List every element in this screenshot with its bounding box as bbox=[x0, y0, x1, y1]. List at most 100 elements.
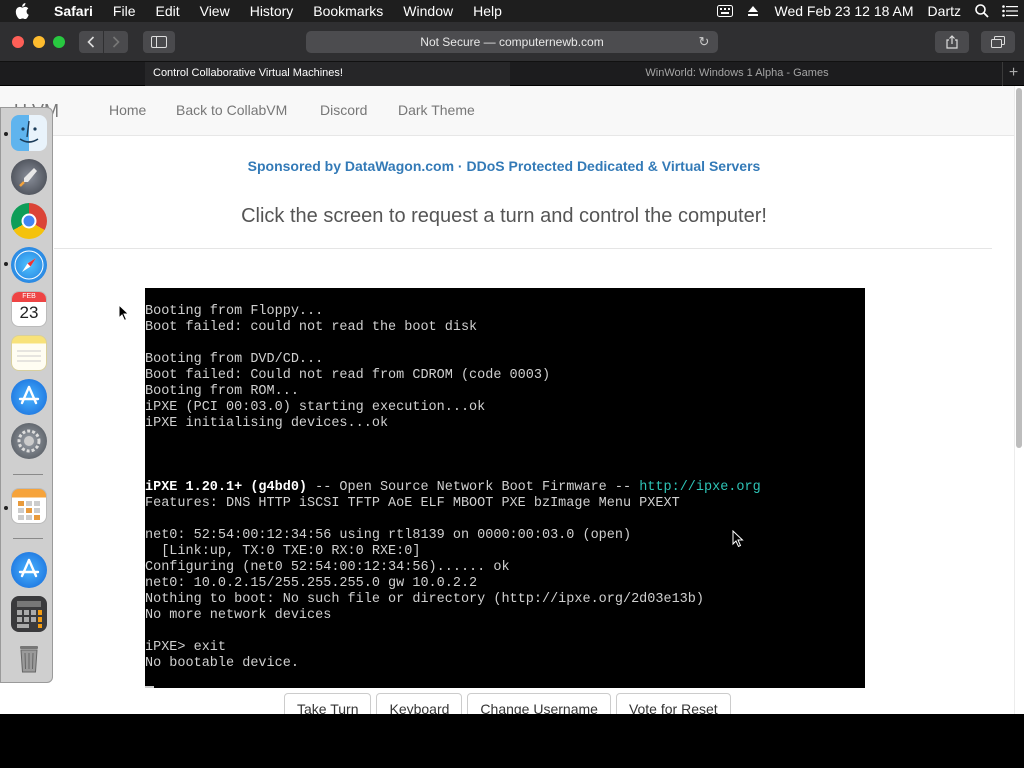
forward-button[interactable] bbox=[104, 31, 128, 53]
menu-user[interactable]: Dartz bbox=[921, 0, 968, 22]
minimize-window-button[interactable] bbox=[33, 36, 45, 48]
console-line: Features: DNS HTTP iSCSI TFTP AoE ELF MB… bbox=[145, 496, 680, 511]
zoom-window-button[interactable] bbox=[53, 36, 65, 48]
app-store-icon[interactable] bbox=[11, 379, 47, 415]
browser-toolbar: Not Secure — computernewb.com ↻ bbox=[0, 22, 1024, 62]
numbers-icon[interactable] bbox=[11, 488, 47, 524]
safari-icon[interactable] bbox=[11, 247, 47, 283]
menu-view[interactable]: View bbox=[190, 0, 240, 22]
calendar-month: FEB bbox=[12, 292, 46, 302]
divider bbox=[54, 248, 992, 249]
nav-dark-theme-link[interactable]: Dark Theme bbox=[398, 102, 475, 118]
keyboard-button[interactable]: Keyboard bbox=[376, 693, 463, 714]
menu-bar: Safari File Edit View History Bookmarks … bbox=[0, 0, 1024, 22]
console-output: Booting from Floppy... Boot failed: could… bbox=[145, 304, 761, 672]
nav-home-link[interactable]: Home bbox=[109, 102, 146, 118]
launchpad-icon[interactable] bbox=[11, 159, 47, 195]
screen: Safari File Edit View History Bookmarks … bbox=[0, 0, 1024, 768]
notes-icon[interactable] bbox=[11, 335, 47, 371]
console-line: Booting from DVD/CD... bbox=[145, 352, 324, 367]
console-line: [Link:up, TX:0 TXE:0 RX:0 RXE:0] bbox=[145, 544, 421, 559]
console-line: Booting from ROM... bbox=[145, 384, 299, 399]
chevron-right-icon bbox=[112, 36, 120, 48]
console-cursor bbox=[145, 686, 154, 688]
vote-for-reset-button[interactable]: Vote for Reset bbox=[615, 693, 731, 714]
console-line: Boot failed: Could not read from CDROM (… bbox=[145, 368, 551, 383]
console-line: net0: 10.0.2.15/255.255.255.0 gw 10.0.2.… bbox=[145, 576, 478, 591]
scrollbar-thumb[interactable] bbox=[1016, 88, 1022, 448]
sidebar-icon bbox=[151, 36, 167, 48]
dock-separator bbox=[13, 474, 43, 475]
tab-strip: Control Collaborative Virtual Machines! … bbox=[0, 62, 1024, 86]
console-line: iPXE (PCI 00:03.0) starting execution...… bbox=[145, 400, 486, 415]
running-indicator bbox=[4, 262, 8, 266]
dock-separator bbox=[13, 538, 43, 539]
menu-edit[interactable]: Edit bbox=[145, 0, 189, 22]
address-bar[interactable]: Not Secure — computernewb.com ↻ bbox=[306, 31, 718, 53]
console-line: iPXE initialising devices...ok bbox=[145, 416, 389, 431]
mouse-pointer-icon bbox=[118, 304, 130, 322]
site-navbar: U VM Home Back to CollabVM Discord Dark … bbox=[0, 86, 1024, 136]
vm-mouse-pointer-icon bbox=[732, 530, 744, 548]
menu-history[interactable]: History bbox=[240, 0, 304, 22]
take-turn-button[interactable]: Take Turn bbox=[284, 693, 372, 714]
system-preferences-icon[interactable] bbox=[11, 423, 47, 459]
menu-bookmarks[interactable]: Bookmarks bbox=[303, 0, 393, 22]
menu-app-name[interactable]: Safari bbox=[44, 0, 103, 22]
close-window-button[interactable] bbox=[12, 36, 24, 48]
trash-icon[interactable] bbox=[11, 640, 47, 676]
sidebar-toggle-button[interactable] bbox=[143, 31, 175, 53]
finder-icon[interactable] bbox=[11, 115, 47, 151]
running-indicator bbox=[4, 506, 8, 510]
console-line: Nothing to boot: No such file or directo… bbox=[145, 592, 704, 607]
nav-back-to-collabvm-link[interactable]: Back to CollabVM bbox=[176, 102, 287, 118]
reload-icon[interactable]: ↻ bbox=[696, 34, 712, 50]
calendar-icon[interactable]: FEB 23 bbox=[11, 291, 47, 327]
share-button[interactable] bbox=[935, 31, 969, 53]
tab-winworld[interactable]: WinWorld: Windows 1 Alpha - Games bbox=[512, 62, 962, 86]
console-line: iPXE> exit bbox=[145, 640, 227, 655]
console-line: net0: 52:54:00:12:34:56 using rtl8139 on… bbox=[145, 528, 632, 543]
console-line: Boot failed: could not read the boot dis… bbox=[145, 320, 478, 335]
desktop-bottom bbox=[0, 714, 1024, 768]
web-page: U VM Home Back to CollabVM Discord Dark … bbox=[0, 86, 1024, 714]
change-username-button[interactable]: Change Username bbox=[467, 693, 611, 714]
notification-center-icon[interactable] bbox=[996, 0, 1024, 22]
tab-collabvm[interactable]: Control Collaborative Virtual Machines! bbox=[145, 62, 510, 86]
ipxe-link: http://ipxe.org bbox=[639, 480, 761, 495]
calculator-icon[interactable] bbox=[11, 596, 47, 632]
keyboard-input-icon[interactable] bbox=[711, 0, 739, 22]
tab-overview-button[interactable] bbox=[981, 31, 1015, 53]
running-indicator bbox=[4, 132, 8, 136]
vm-display[interactable]: Booting from Floppy... Boot failed: could… bbox=[145, 288, 865, 688]
spotlight-search-icon[interactable] bbox=[968, 0, 996, 22]
share-icon bbox=[946, 35, 958, 49]
eject-icon[interactable] bbox=[739, 0, 767, 22]
menu-clock[interactable]: Wed Feb 23 12 18 AM bbox=[767, 0, 920, 22]
menu-window[interactable]: Window bbox=[393, 0, 463, 22]
page-headline: Click the screen to request a turn and c… bbox=[241, 205, 767, 227]
new-tab-button[interactable]: + bbox=[1002, 62, 1024, 86]
console-line: No more network devices bbox=[145, 608, 332, 623]
chevron-left-icon bbox=[87, 36, 95, 48]
console-line: No bootable device. bbox=[145, 656, 299, 671]
sponsor-link[interactable]: Sponsored by DataWagon.com · DDoS Protec… bbox=[0, 158, 1008, 174]
console-line: Configuring (net0 52:54:00:12:34:56)....… bbox=[145, 560, 510, 575]
nav-discord-link[interactable]: Discord bbox=[320, 102, 367, 118]
menu-help[interactable]: Help bbox=[463, 0, 512, 22]
calendar-day: 23 bbox=[19, 303, 39, 322]
menu-file[interactable]: File bbox=[103, 0, 146, 22]
apple-menu-icon[interactable] bbox=[0, 0, 44, 22]
vm-controls: Take Turn Keyboard Change Username Vote … bbox=[284, 693, 736, 714]
chrome-icon[interactable] bbox=[11, 203, 47, 239]
tab-overview-icon bbox=[991, 36, 1005, 48]
page-scrollbar[interactable] bbox=[1014, 86, 1024, 714]
dock: FEB 23 bbox=[0, 107, 53, 683]
back-button[interactable] bbox=[79, 31, 103, 53]
app-store-installer-icon[interactable] bbox=[11, 552, 47, 588]
ipxe-version: iPXE 1.20.1+ (g4bd0) bbox=[145, 480, 308, 495]
